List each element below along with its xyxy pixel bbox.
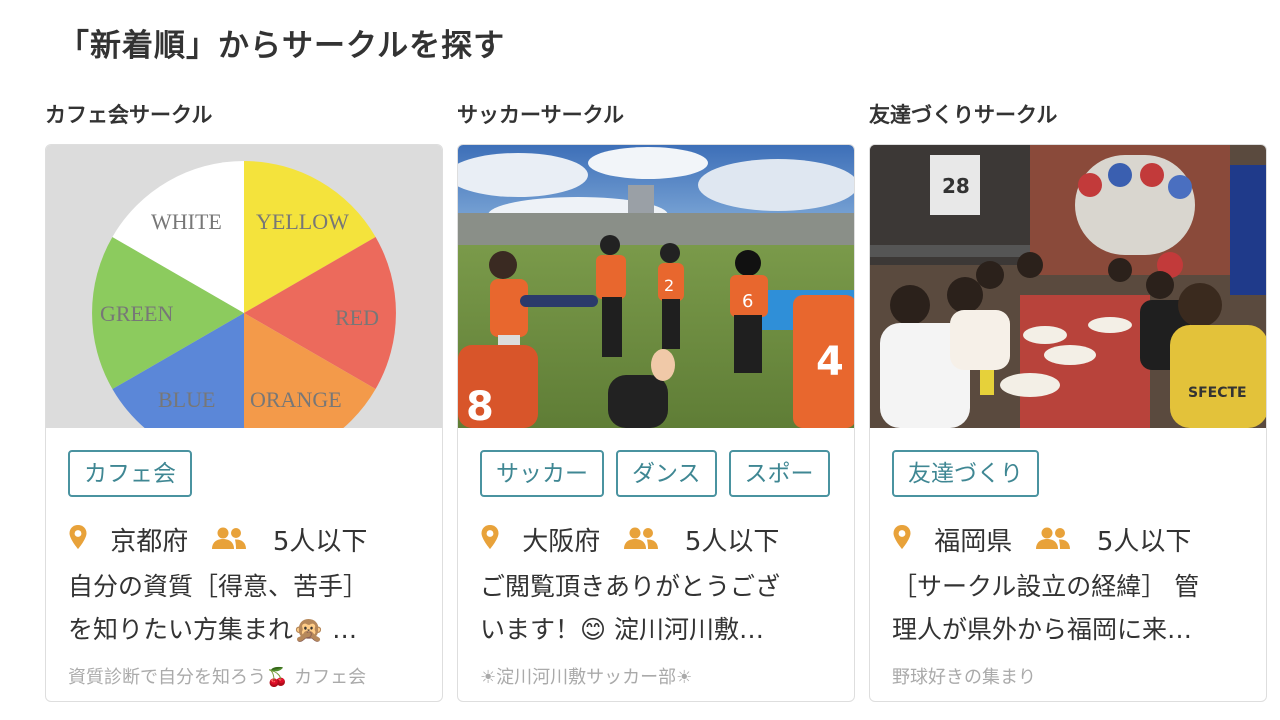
soccer-photo-icon: 2 6 4 8: [458, 145, 854, 428]
restaurant-photo-icon: 28 SFECTE: [870, 145, 1266, 428]
wheel-label: ORANGE: [250, 387, 342, 412]
jersey-number: 8: [466, 384, 494, 428]
category-label[interactable]: サッカーサークル: [457, 98, 855, 132]
location-pin-icon: [68, 524, 88, 560]
circle-column-1: カフェ会サークル WHITE YELLOW RED ORANGE BLUE GR…: [45, 98, 443, 702]
description-line: 自分の資質［得意、苦手］: [68, 572, 369, 601]
members-text: 5人以下: [272, 526, 368, 557]
description-line: います！😊 淀川河川敷…: [480, 615, 765, 644]
location-text: 京都府: [110, 526, 189, 557]
jersey-number: 28: [942, 174, 970, 198]
circle-description: 自分の資質［得意、苦手］ を知りたい方集まれ🙊 …: [68, 565, 420, 651]
soccer-group-photo[interactable]: 2 6 4 8: [458, 145, 854, 428]
location-pin-icon: [480, 524, 500, 560]
category-label[interactable]: 友達づくりサークル: [869, 98, 1267, 132]
card-meta: 京都府 5人以下: [68, 523, 367, 559]
description-line: 理人が県外から福岡に来…: [892, 615, 1193, 644]
jersey-number: 6: [742, 291, 753, 312]
jersey-number: 4: [816, 339, 844, 385]
location-pin-icon: [892, 524, 912, 560]
wheel-label: RED: [335, 305, 379, 330]
card-meta: 大阪府 5人以下: [480, 523, 779, 559]
circle-card[interactable]: 2 6 4 8 サッカー ダンス スポー 大阪府 5人以下 ご閲覧頂きありがとう…: [457, 144, 855, 702]
tag-list: サッカー ダンス スポー: [480, 450, 832, 498]
jersey-number: 2: [664, 276, 674, 295]
wheel-label: YELLOW: [256, 209, 349, 234]
members-icon: [623, 524, 659, 560]
description-line: ［サークル設立の経緯］ 管: [892, 572, 1200, 601]
circle-name: 野球好きの集まり: [892, 667, 1036, 688]
circle-name: ☀淀川河川敷サッカー部☀: [480, 667, 693, 688]
description-line: ご閲覧頂きありがとうござ: [480, 572, 781, 601]
tag-making-friends[interactable]: 友達づくり: [892, 450, 1039, 497]
circle-column-3: 友達づくりサークル 28 SFECTE 友達づくり 福岡県 5人以下 ［サークル…: [869, 98, 1267, 702]
wheel-label: WHITE: [151, 209, 222, 234]
members-text: 5人以下: [1096, 526, 1192, 557]
members-text: 5人以下: [684, 526, 780, 557]
location-text: 大阪府: [522, 526, 601, 557]
tag-sports[interactable]: スポー: [728, 450, 830, 497]
circle-card[interactable]: WHITE YELLOW RED ORANGE BLUE GREEN カフェ会 …: [45, 144, 443, 702]
circle-description: ［サークル設立の経緯］ 管 理人が県外から福岡に来…: [892, 565, 1244, 651]
restaurant-group-photo[interactable]: 28 SFECTE: [870, 145, 1266, 428]
category-label[interactable]: カフェ会サークル: [45, 98, 443, 132]
tag-cafe[interactable]: カフェ会: [68, 450, 192, 497]
description-line: を知りたい方集まれ🙊 …: [68, 615, 358, 644]
color-wheel-icon: WHITE YELLOW RED ORANGE BLUE GREEN: [92, 161, 396, 428]
card-meta: 福岡県 5人以下: [892, 523, 1191, 559]
members-icon: [211, 524, 247, 560]
section-title: 「新着順」からサークルを探す: [58, 28, 506, 64]
wheel-label: GREEN: [100, 301, 173, 326]
wheel-label: BLUE: [158, 387, 215, 412]
tag-dance[interactable]: ダンス: [616, 450, 717, 497]
circle-name: 資質診断で自分を知ろう🍒 カフェ会: [68, 667, 367, 688]
color-wheel-image[interactable]: WHITE YELLOW RED ORANGE BLUE GREEN: [46, 145, 442, 428]
members-icon: [1035, 524, 1071, 560]
shirt-text: SFECTE: [1188, 385, 1247, 401]
circle-description: ご閲覧頂きありがとうござ います！😊 淀川河川敷…: [480, 565, 832, 651]
tag-list: 友達づくり: [892, 450, 1244, 498]
tag-list: カフェ会: [68, 450, 420, 498]
tag-soccer[interactable]: サッカー: [480, 450, 604, 497]
circle-card[interactable]: 28 SFECTE 友達づくり 福岡県 5人以下 ［サークル設立の経緯］ 管 理…: [869, 144, 1267, 702]
circle-column-2: サッカーサークル 2 6 4 8 サッカー ダンス スポー 大阪府 5人以下 ご…: [457, 98, 855, 702]
location-text: 福岡県: [934, 526, 1013, 557]
